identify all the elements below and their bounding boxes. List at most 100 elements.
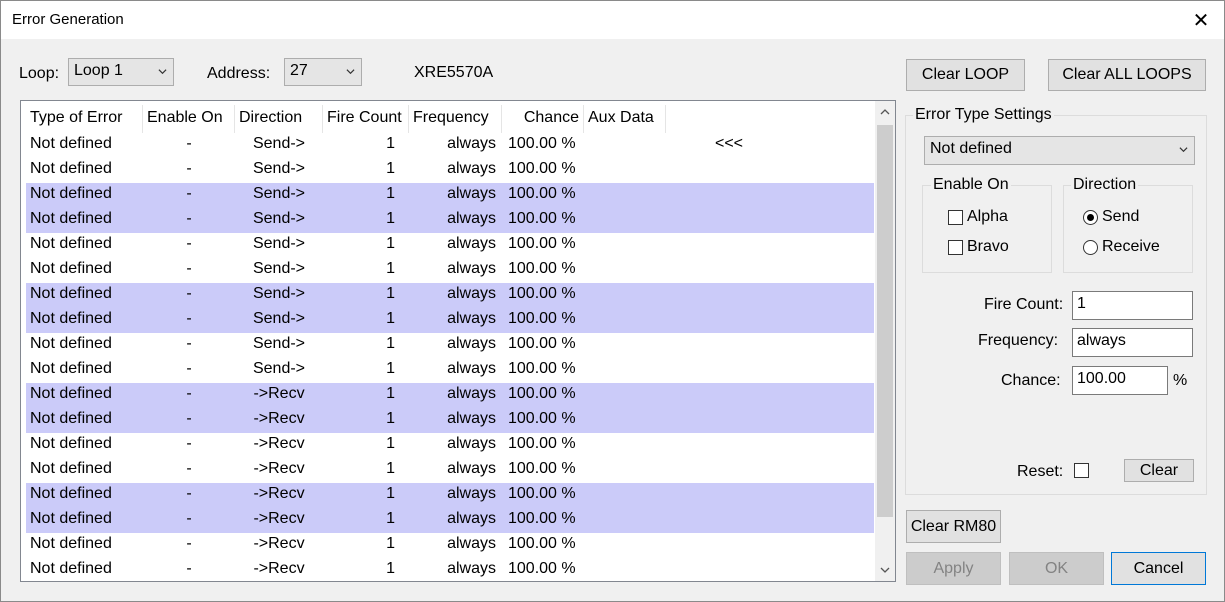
chance-cell: 100.00 % [508, 310, 576, 327]
type-of-error-cell: Not defined [30, 160, 112, 177]
table-row[interactable]: Not defined - ->Recv 1 always 100.00 % [26, 383, 874, 408]
frequency-cell: always [447, 560, 496, 577]
scrollbar-thumb[interactable] [877, 125, 893, 517]
column-header[interactable]: Chance [502, 105, 584, 133]
chance-label: Chance: [1001, 372, 1061, 389]
table-row[interactable]: Not defined - Send-> 1 always 100.00 % [26, 183, 874, 208]
aux-data-cell [584, 533, 874, 558]
frequency-cell: always [447, 135, 496, 152]
fire-count-cell: 1 [386, 335, 395, 352]
enable-on-cell: - [186, 235, 192, 252]
receive-radio[interactable] [1083, 240, 1098, 255]
column-header[interactable]: Aux Data [584, 105, 666, 133]
frequency-cell: always [447, 310, 496, 327]
type-of-error-cell: Not defined [30, 260, 112, 277]
window-title: Error Generation [12, 11, 124, 28]
enable-on-group [922, 185, 1052, 273]
cancel-button[interactable]: Cancel [1111, 552, 1206, 585]
fire-count-cell: 1 [386, 160, 395, 177]
frequency-cell: always [447, 535, 496, 552]
column-header[interactable]: Fire Count [323, 105, 409, 133]
table-row[interactable]: Not defined - ->Recv 1 always 100.00 % [26, 533, 874, 558]
clear-rm80-button[interactable]: Clear RM80 [906, 510, 1001, 543]
fire-count-cell: 1 [386, 410, 395, 427]
error-type-select[interactable]: Not defined [924, 136, 1195, 165]
type-of-error-cell: Not defined [30, 310, 112, 327]
fire-count-cell: 1 [386, 135, 395, 152]
table-row[interactable]: Not defined - Send-> 1 always 100.00 % [26, 233, 874, 258]
direction-cell: Send-> [252, 135, 306, 152]
table-row[interactable]: Not defined - ->Recv 1 always 100.00 % [26, 408, 874, 433]
table-row[interactable]: Not defined - Send-> 1 always 100.00 % [26, 258, 874, 283]
clear-loop-button[interactable]: Clear LOOP [906, 59, 1025, 91]
aux-data-cell [584, 333, 874, 358]
scroll-up-button[interactable] [875, 101, 895, 123]
column-header[interactable]: Enable On [143, 105, 235, 133]
address-select-value: 27 [290, 62, 308, 79]
direction-cell: ->Recv [253, 410, 305, 427]
column-header[interactable]: Type of Error [26, 105, 143, 133]
aux-data-cell [584, 408, 874, 433]
chance-cell: 100.00 % [508, 160, 576, 177]
frequency-label: Frequency: [978, 332, 1059, 349]
direction-cell: ->Recv [253, 485, 305, 502]
aux-data-cell [584, 433, 874, 458]
frequency-cell: always [447, 285, 496, 302]
table-row[interactable]: Not defined - Send-> 1 always 100.00 % [26, 333, 874, 358]
alpha-checkbox[interactable] [948, 210, 963, 225]
chance-unit: % [1173, 372, 1188, 389]
loop-select[interactable]: Loop 1 [68, 58, 174, 86]
reset-checkbox[interactable] [1074, 463, 1089, 478]
table-row[interactable]: Not defined - ->Recv 1 always 100.00 % [26, 483, 874, 508]
table-row[interactable]: Not defined - Send-> 1 always 100.00 % [26, 283, 874, 308]
vertical-scrollbar[interactable] [875, 101, 895, 581]
clear-all-loops-button[interactable]: Clear ALL LOOPS [1048, 59, 1206, 91]
column-header[interactable]: Frequency [409, 105, 502, 133]
fire-count-cell: 1 [386, 360, 395, 377]
frequency-cell: always [447, 210, 496, 227]
enable-on-cell: - [186, 285, 192, 302]
type-of-error-cell: Not defined [30, 135, 112, 152]
chance-cell: 100.00 % [508, 510, 576, 527]
scroll-down-button[interactable] [875, 559, 895, 581]
table-row[interactable]: Not defined - Send-> 1 always 100.00 % <<< [26, 133, 874, 158]
enable-on-cell: - [186, 385, 192, 402]
enable-on-cell: - [186, 160, 192, 177]
table-row[interactable]: Not defined - ->Recv 1 always 100.00 % [26, 558, 874, 581]
direction-cell: ->Recv [253, 510, 305, 527]
table-row[interactable]: Not defined - ->Recv 1 always 100.00 % [26, 458, 874, 483]
frequency-cell: always [447, 360, 496, 377]
direction-cell: Send-> [252, 210, 306, 227]
enable-on-cell: - [186, 460, 192, 477]
table-row[interactable]: Not defined - ->Recv 1 always 100.00 % [26, 433, 874, 458]
chance-cell: 100.00 % [508, 360, 576, 377]
frequency-cell: always [447, 235, 496, 252]
table-row[interactable]: Not defined - Send-> 1 always 100.00 % [26, 208, 874, 233]
apply-button[interactable]: Apply [906, 552, 1001, 585]
frequency-field[interactable]: always [1072, 328, 1193, 357]
type-of-error-cell: Not defined [30, 285, 112, 302]
table-row[interactable]: Not defined - ->Recv 1 always 100.00 % [26, 508, 874, 533]
table-row[interactable]: Not defined - Send-> 1 always 100.00 % [26, 158, 874, 183]
aux-data-cell [584, 358, 874, 383]
send-radio[interactable] [1083, 210, 1098, 225]
table-row[interactable]: Not defined - Send-> 1 always 100.00 % [26, 358, 874, 383]
table-row[interactable]: Not defined - Send-> 1 always 100.00 % [26, 308, 874, 333]
direction-title: Direction [1071, 176, 1139, 194]
alpha-label: Alpha [967, 208, 1008, 225]
frequency-cell: always [447, 160, 496, 177]
direction-cell: Send-> [252, 285, 306, 302]
bravo-checkbox[interactable] [948, 240, 963, 255]
enable-on-cell: - [186, 410, 192, 427]
column-header[interactable]: Direction [235, 105, 323, 133]
error-table[interactable]: Type of Error Enable On Direction Fire C… [20, 100, 896, 582]
close-button[interactable]: ✕ [1178, 1, 1224, 39]
fire-count-field[interactable]: 1 [1072, 291, 1193, 320]
ok-button[interactable]: OK [1009, 552, 1104, 585]
aux-data-cell [584, 308, 874, 333]
send-label: Send [1102, 208, 1140, 225]
aux-data-cell [584, 258, 874, 283]
clear-button[interactable]: Clear [1124, 459, 1194, 482]
address-select[interactable]: 27 [284, 58, 362, 86]
chance-field[interactable]: 100.00 [1072, 366, 1168, 395]
